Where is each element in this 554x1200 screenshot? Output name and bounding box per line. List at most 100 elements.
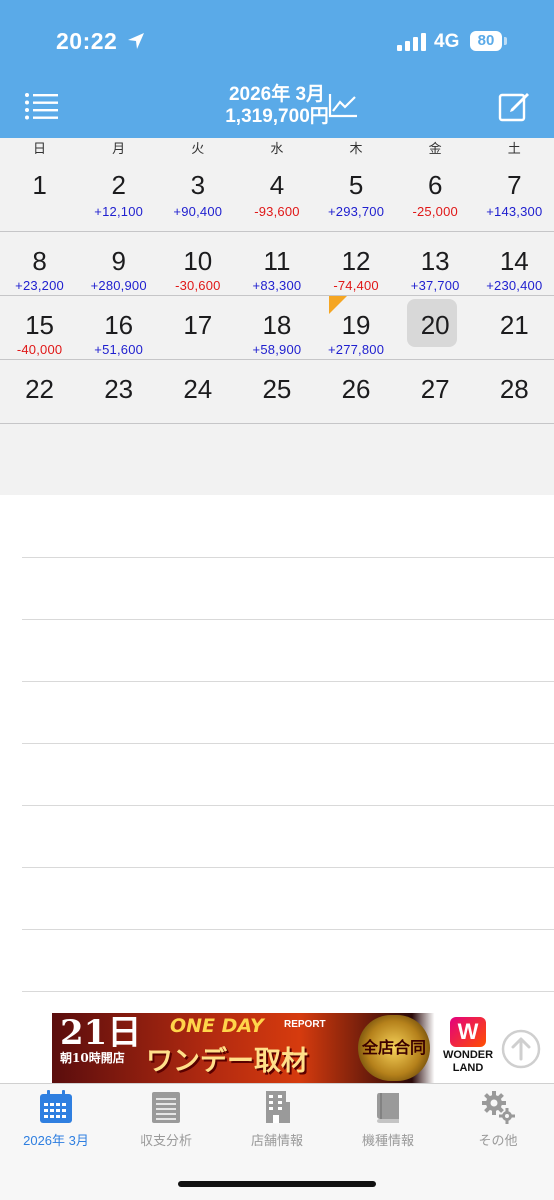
memo-line — [22, 557, 554, 558]
calendar-week-row: 22 23 24 25 26 27 28 — [0, 360, 554, 424]
banner-headline: ワンデー取材 — [146, 1046, 308, 1077]
day-number: 27 — [420, 374, 450, 404]
banner-date: 21日 朝10時開店 — [60, 1015, 141, 1065]
tab-label: 機種情報 — [361, 1133, 414, 1148]
day-amount: +277,800 — [327, 342, 385, 357]
scroll-to-top-icon[interactable] — [501, 1029, 541, 1069]
calendar-day-9[interactable]: 9 +280,900 — [79, 232, 158, 295]
tab-other[interactable]: その他 — [443, 1090, 553, 1154]
memo-line — [22, 867, 554, 868]
line-chart-icon[interactable] — [328, 92, 358, 118]
banner-one-day: ONE DAY — [170, 1015, 264, 1037]
calendar-day-26[interactable]: 26 — [317, 360, 396, 423]
calendar-day-17[interactable]: 17 — [158, 296, 237, 359]
day-amount: +37,700 — [410, 278, 460, 293]
memo-line — [22, 743, 554, 744]
day-amount: -74,400 — [333, 278, 379, 293]
calendar-icon — [40, 1090, 72, 1123]
memo-line — [22, 805, 554, 806]
day-number: 13 — [420, 246, 450, 276]
banner-day: 21日 — [60, 1013, 142, 1053]
ad-banner[interactable]: 21日 朝10時開店 ONE DAY REPORT ワンデー取材 全店合同 W … — [52, 1013, 502, 1083]
tab-machine-info[interactable]: 機種情報 — [333, 1090, 443, 1154]
calendar-day-15[interactable]: 15 -40,000 — [0, 296, 79, 359]
day-number: 5 — [348, 170, 364, 200]
calendar-day-23[interactable]: 23 — [79, 360, 158, 423]
calendar-day-19[interactable]: 19 +277,800 — [317, 296, 396, 359]
weekday-label: 水 — [270, 141, 284, 156]
app-header: 20:22 4G 80 2026年 3月 1,319,700円 — [0, 0, 554, 138]
memo-line — [22, 619, 554, 620]
calendar-day-22[interactable]: 22 — [0, 360, 79, 423]
tab-label: 収支分析 — [139, 1133, 192, 1148]
day-number: 24 — [183, 374, 213, 404]
calendar-day-13[interactable]: 13 +37,700 — [396, 232, 475, 295]
tab-label: 2026年 3月 — [23, 1133, 89, 1148]
weekday-label: 木 — [349, 141, 363, 156]
day-number: 9 — [111, 246, 126, 276]
calendar-day-10[interactable]: 10 -30,600 — [158, 232, 237, 295]
day-amount: +12,100 — [94, 204, 144, 219]
list-menu-icon[interactable] — [24, 92, 58, 120]
weekday-label: 月 — [112, 141, 126, 156]
calendar-day-25[interactable]: 25 — [237, 360, 316, 423]
day-number: 25 — [262, 374, 292, 404]
calendar-day-21[interactable]: 21 — [475, 296, 554, 359]
home-indicator — [178, 1181, 376, 1187]
day-number: 4 — [269, 170, 285, 200]
tab-label: 店舗情報 — [250, 1133, 303, 1148]
day-number: 16 — [104, 310, 134, 340]
network-type: 4G — [434, 31, 460, 52]
weekday-label: 日 — [33, 141, 47, 156]
day-number: 7 — [507, 170, 522, 200]
tab-store-info[interactable]: 店舗情報 — [222, 1090, 332, 1154]
wonderland-logo-mark: W — [450, 1017, 486, 1047]
calendar-bottom — [0, 426, 554, 495]
calendar-day-6[interactable]: 6 -25,000 — [396, 162, 475, 231]
day-number: 15 — [25, 310, 55, 340]
calendar-day-18[interactable]: 18 +58,900 — [237, 296, 316, 359]
calendar-day-16[interactable]: 16 +51,600 — [79, 296, 158, 359]
day-number: 10 — [183, 246, 213, 276]
battery-tip — [504, 37, 507, 45]
calendar-week-row: 15 -40,000 16 +51,600 17 18 +58,900 19 +277,800 2… — [0, 296, 554, 360]
tab-income-analysis[interactable]: 収支分析 — [111, 1090, 221, 1154]
day-amount: +280,900 — [90, 278, 147, 293]
day-amount: +90,400 — [173, 204, 223, 219]
compose-icon[interactable] — [498, 90, 530, 122]
calendar-day-20[interactable]: 20 — [396, 296, 475, 359]
calendar-day-12[interactable]: 12 -74,400 — [317, 232, 396, 295]
weekday-label: 金 — [428, 141, 442, 156]
calendar-day-1[interactable]: 1 — [0, 162, 79, 231]
calendar-day-28[interactable]: 28 — [475, 360, 554, 423]
calendar-day-4[interactable]: 4 -93,600 — [237, 162, 316, 231]
calendar-day-3[interactable]: 3 +90,400 — [158, 162, 237, 231]
notepad-icon — [152, 1092, 180, 1123]
location-arrow-icon — [128, 33, 144, 49]
calendar-day-5[interactable]: 5 +293,700 — [317, 162, 396, 231]
calendar-day-8[interactable]: 8 +23,200 — [0, 232, 79, 295]
day-amount: +143,300 — [486, 204, 543, 219]
day-number: 21 — [499, 310, 529, 340]
calendar-day-7[interactable]: 7 +143,300 — [475, 162, 554, 231]
day-number: 26 — [341, 374, 371, 404]
signal-icon — [397, 33, 426, 51]
day-number: 28 — [499, 374, 529, 404]
day-amount: +230,400 — [486, 278, 543, 293]
memo-line — [22, 991, 554, 992]
calendar-week-row: 1 2 +12,100 3 +90,400 4 -93,600 5 +293,700 6 -25,0… — [0, 162, 554, 232]
day-number: 11 — [263, 246, 291, 276]
banner-medal: 全店合同 — [358, 1015, 430, 1081]
calendar-day-11[interactable]: 11 +83,300 — [237, 232, 316, 295]
calendar-day-14[interactable]: 14 +230,400 — [475, 232, 554, 295]
calendar-day-24[interactable]: 24 — [158, 360, 237, 423]
day-number: 14 — [499, 246, 529, 276]
calendar-day-27[interactable]: 27 — [396, 360, 475, 423]
tab-calendar[interactable]: 2026年 3月 — [1, 1090, 111, 1154]
day-amount: +83,300 — [252, 278, 302, 293]
day-amount: +58,900 — [252, 342, 302, 357]
day-amount: -25,000 — [412, 204, 458, 219]
day-number: 23 — [104, 374, 134, 404]
day-number: 20 — [420, 310, 450, 340]
calendar-day-2[interactable]: 2 +12,100 — [79, 162, 158, 231]
